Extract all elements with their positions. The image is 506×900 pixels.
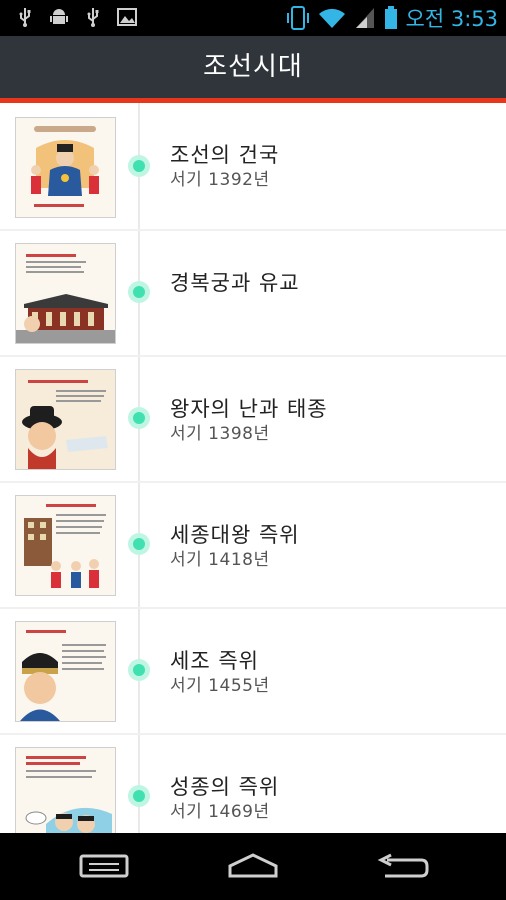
battery-icon (384, 6, 397, 29)
list-item[interactable]: 세조 즉위 서기 1455년 (0, 607, 506, 735)
item-date: 서기 1418년 (170, 550, 270, 570)
vibrate-icon (286, 6, 309, 30)
item-date: 서기 1469년 (170, 802, 270, 822)
status-bar: 오전 3:53 (0, 0, 506, 36)
timeline-list[interactable]: 조선의 건국 서기 1392년 경복궁과 유교 왕자의 난과 태종 서기 139… (0, 103, 506, 833)
timeline-dot (128, 533, 150, 555)
item-date: 서기 1455년 (170, 676, 270, 696)
item-date: 서기 1398년 (170, 424, 270, 444)
home-icon (228, 853, 278, 878)
thumbnail-image (15, 117, 116, 218)
navigation-bar (0, 833, 506, 900)
signal-icon (355, 8, 374, 28)
image-icon (117, 8, 137, 26)
timeline-dot (128, 659, 150, 681)
thumbnail-image (15, 243, 116, 344)
list-item[interactable]: 왕자의 난과 태종 서기 1398년 (0, 355, 506, 483)
item-date: 서기 1392년 (170, 170, 270, 190)
list-item[interactable]: 성종의 즉위 서기 1469년 (0, 733, 506, 833)
thumbnail-image (15, 621, 116, 722)
usb-icon (19, 8, 31, 27)
timeline-dot (128, 281, 150, 303)
wifi-icon (318, 8, 345, 28)
timeline-dot (128, 407, 150, 429)
home-button[interactable] (213, 843, 293, 889)
thumbnail-image (15, 747, 116, 833)
thumbnail-image (15, 369, 116, 470)
back-icon (377, 853, 429, 878)
recent-apps-button[interactable] (64, 843, 144, 889)
back-button[interactable] (364, 843, 444, 889)
usb-icon (87, 8, 99, 27)
list-item[interactable]: 세종대왕 즉위 서기 1418년 (0, 481, 506, 609)
list-item[interactable]: 조선의 건국 서기 1392년 (0, 103, 506, 231)
list-item[interactable]: 경복궁과 유교 (0, 229, 506, 357)
thumbnail-image (15, 495, 116, 596)
item-title: 경복궁과 유교 (170, 271, 300, 295)
timeline-dot (128, 155, 150, 177)
recent-apps-icon (79, 854, 129, 878)
status-time: 오전 3:53 (405, 7, 498, 31)
android-debug-icon (50, 9, 68, 24)
timeline-dot (128, 785, 150, 807)
page-title: 조선시대 (203, 52, 303, 82)
action-bar: 조선시대 (0, 36, 506, 98)
